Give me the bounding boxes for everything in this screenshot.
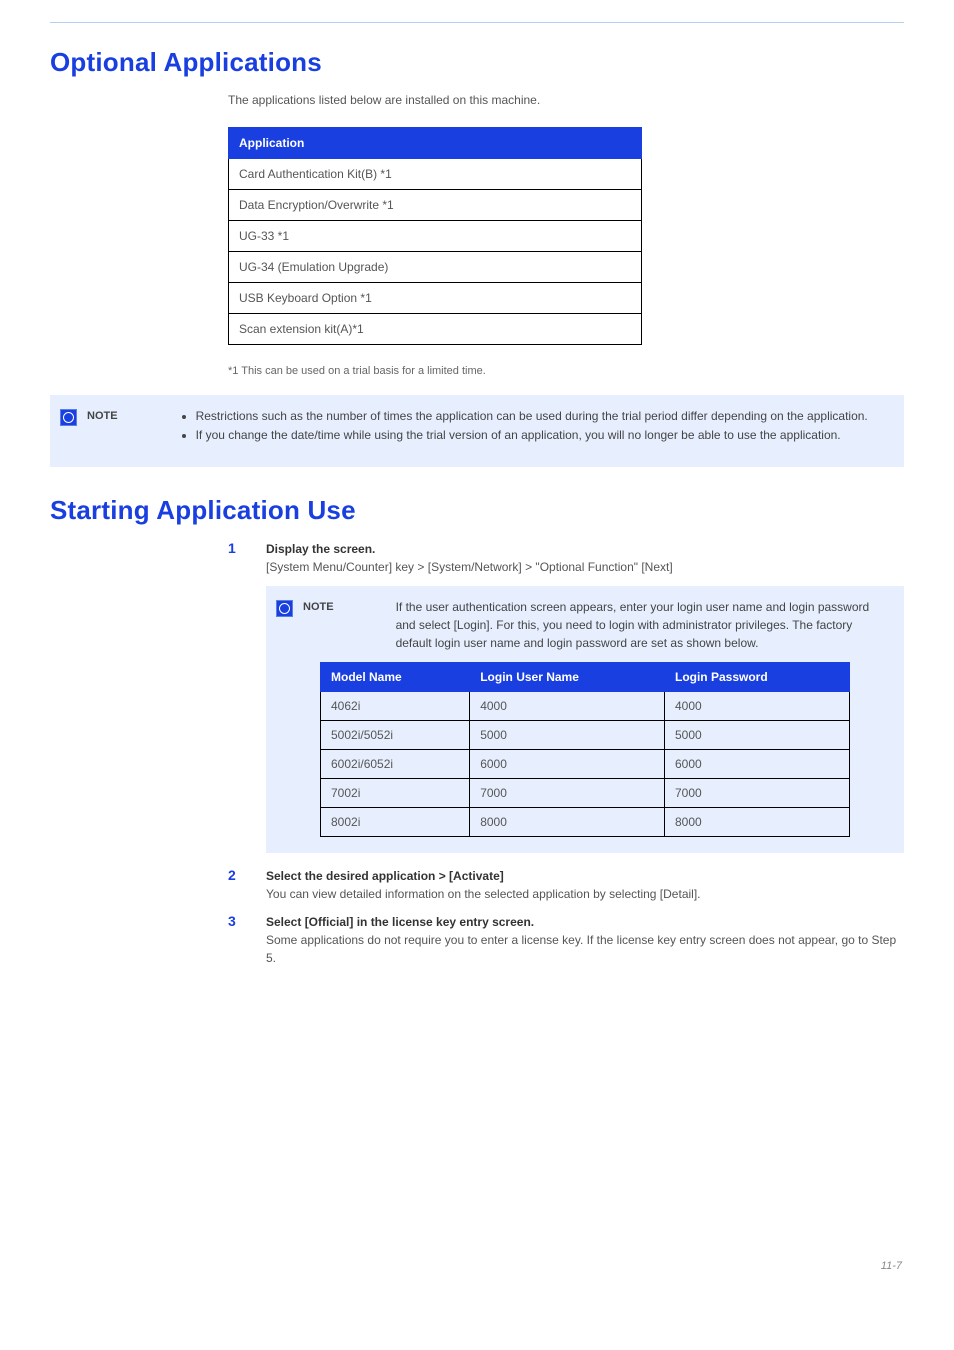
table-row: UG-33 *1	[229, 221, 642, 252]
note-icon	[60, 409, 77, 426]
intro-text: The applications listed below are instal…	[228, 92, 904, 109]
section-optional-applications: Optional Applications	[50, 47, 904, 78]
header-divider	[50, 22, 904, 23]
note-label: NOTE	[87, 407, 170, 444]
step1-path: [System Menu/Counter] key > [System/Netw…	[266, 560, 673, 574]
table-row: UG-34 (Emulation Upgrade)	[229, 252, 642, 283]
step-number: 3	[228, 913, 242, 967]
table-row: Scan extension kit(A)*1	[229, 314, 642, 345]
table-row: USB Keyboard Option *1	[229, 283, 642, 314]
note-icon	[276, 600, 293, 617]
step-3: 3 Select [Official] in the license key e…	[228, 913, 904, 967]
step1-heading: Display the screen.	[266, 542, 375, 556]
table-row: 6002i/6052i60006000	[321, 749, 850, 778]
step2-detail: You can view detailed information on the…	[266, 887, 701, 901]
section-starting-application-use: Starting Application Use	[50, 495, 904, 526]
list-item: Restrictions such as the number of times…	[196, 407, 868, 426]
table-row: Data Encryption/Overwrite *1	[229, 190, 642, 221]
inner-note-box: NOTE If the user authentication screen a…	[266, 586, 904, 853]
list-item: If you change the date/time while using …	[196, 426, 868, 445]
step-1: 1 Display the screen. [System Menu/Count…	[228, 540, 904, 576]
applications-table: Application Card Authentication Kit(B) *…	[228, 127, 642, 345]
note-label: NOTE	[303, 598, 386, 652]
table-row: 7002i70007000	[321, 778, 850, 807]
step3-detail: Some applications do not require you to …	[266, 933, 896, 965]
licenses-header-cell: Login User Name	[470, 662, 665, 691]
step-number: 1	[228, 540, 242, 576]
table-row: 8002i80008000	[321, 807, 850, 836]
apps-table-header: Application	[229, 128, 642, 159]
note-box: NOTE Restrictions such as the number of …	[50, 395, 904, 466]
table-row: 5002i/5052i50005000	[321, 720, 850, 749]
table-row: 4062i40004000	[321, 691, 850, 720]
inner-note-body: If the user authentication screen appear…	[396, 598, 888, 652]
licenses-header-cell: Login Password	[664, 662, 849, 691]
step3-heading: Select [Official] in the license key ent…	[266, 915, 534, 929]
note-body: Restrictions such as the number of times…	[180, 407, 868, 444]
step2-heading: Select the desired application > [Activa…	[266, 869, 504, 883]
page-number: 11-7	[881, 1260, 902, 1272]
step-2: 2 Select the desired application > [Acti…	[228, 867, 904, 903]
step-number: 2	[228, 867, 242, 903]
footnote-trial: *1 This can be used on a trial basis for…	[228, 365, 904, 377]
licenses-table: Model NameLogin User NameLogin Password …	[320, 662, 850, 837]
licenses-header-cell: Model Name	[321, 662, 470, 691]
table-row: Card Authentication Kit(B) *1	[229, 159, 642, 190]
